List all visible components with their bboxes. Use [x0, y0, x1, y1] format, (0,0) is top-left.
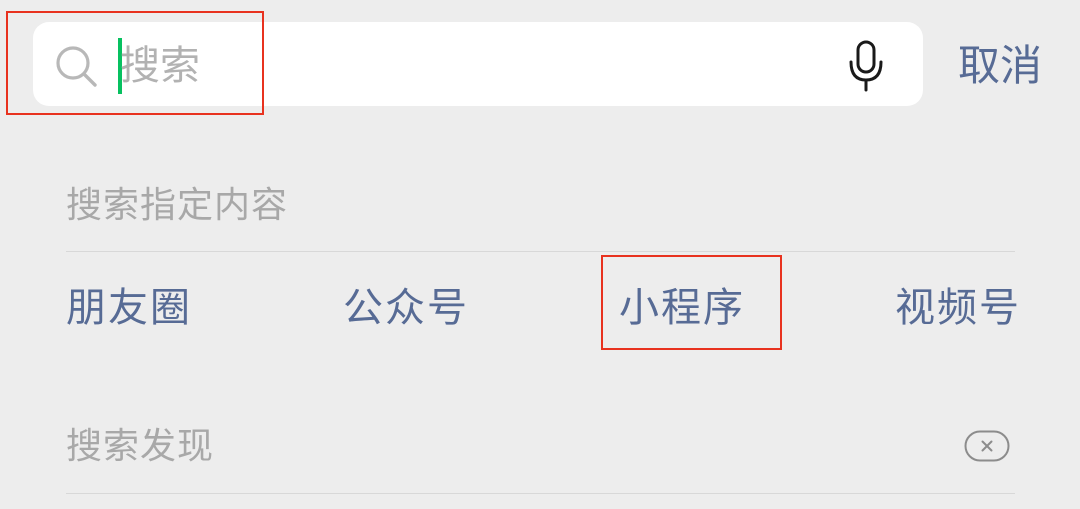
category-official-accounts[interactable]: 公众号: [343, 283, 469, 333]
search-icon: [56, 46, 97, 87]
clear-history-icon[interactable]: [964, 430, 1010, 462]
category-mini-programs[interactable]: 小程序: [619, 283, 745, 333]
search-input[interactable]: [120, 36, 820, 96]
section-title-specified: 搜索指定内容: [66, 185, 289, 226]
microphone-icon[interactable]: [846, 40, 886, 92]
divider: [66, 251, 1015, 252]
search-screen: 取消 搜索指定内容 朋友圈 公众号 小程序 视频号 搜索发现: [0, 0, 1080, 509]
category-moments[interactable]: 朋友圈: [66, 283, 192, 333]
divider: [66, 493, 1015, 494]
cancel-button[interactable]: 取消: [958, 38, 1042, 94]
section-title-discover: 搜索发现: [66, 426, 215, 467]
category-channels[interactable]: 视频号: [895, 283, 1021, 333]
